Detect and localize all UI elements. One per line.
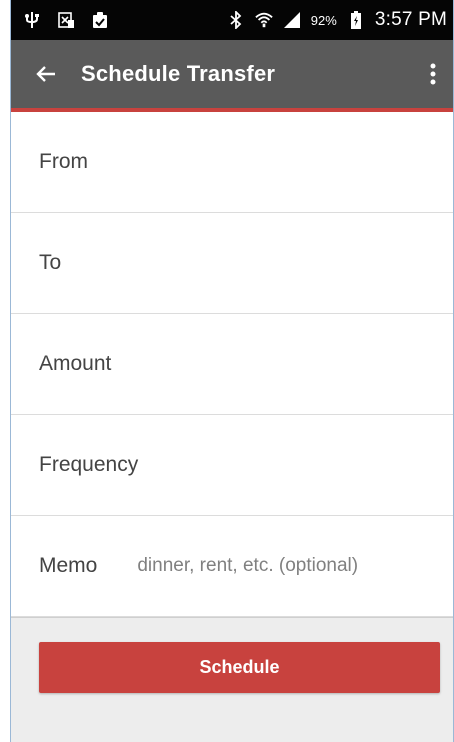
page-title: Schedule Transfer (81, 61, 276, 86)
battery-percent: 92% (310, 12, 337, 28)
battery-icon (347, 11, 365, 29)
frequency-label: Frequency (39, 453, 139, 476)
transfer-form: From To Amount Frequency Memo dinner, re… (11, 112, 453, 617)
memo-placeholder: dinner, rent, etc. (optional) (137, 555, 359, 576)
wifi-icon (255, 11, 273, 29)
bottom-panel: Schedule (11, 617, 453, 742)
amount-label: Amount (39, 352, 112, 375)
app-bar: Schedule Transfer (11, 40, 453, 108)
memo-field[interactable]: Memo dinner, rent, etc. (optional) (11, 516, 453, 617)
amount-field[interactable]: Amount (11, 314, 453, 415)
to-label: To (39, 251, 62, 274)
usb-icon (23, 11, 41, 29)
from-field[interactable]: From (11, 112, 453, 213)
more-vertical-icon[interactable] (421, 58, 445, 90)
clipboard-check-icon (91, 11, 109, 29)
excel-notification-icon (57, 11, 75, 29)
schedule-button[interactable]: Schedule (39, 642, 440, 693)
status-time: 3:57 PM (374, 9, 447, 30)
bluetooth-icon (227, 11, 245, 29)
to-field[interactable]: To (11, 213, 453, 314)
frequency-field[interactable]: Frequency (11, 415, 453, 516)
status-bar: 92% 3:57 PM (11, 0, 453, 40)
phone-screen: 92% 3:57 PM Schedule Transfer From To Am… (10, 0, 454, 742)
from-label: From (39, 150, 88, 173)
signal-icon (283, 11, 301, 29)
memo-label: Memo (39, 554, 98, 577)
arrow-left-icon[interactable] (33, 61, 59, 87)
